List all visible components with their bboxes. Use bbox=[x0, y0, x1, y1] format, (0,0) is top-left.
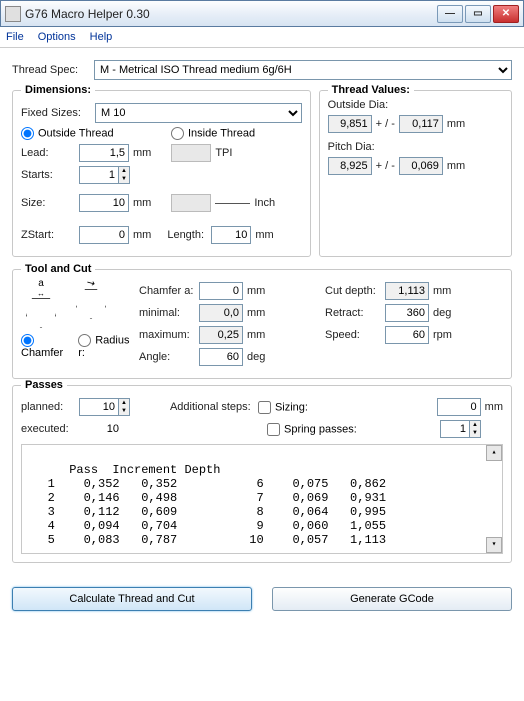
chevron-up-icon: ▲ bbox=[119, 167, 129, 175]
retract-input[interactable] bbox=[385, 304, 429, 322]
pitch-dia-label: Pitch Dia: bbox=[328, 141, 503, 153]
zstart-input[interactable] bbox=[79, 226, 129, 244]
radius-radio[interactable]: Radius r: bbox=[78, 334, 131, 359]
chamfer-radio[interactable]: Chamfer bbox=[21, 334, 72, 359]
starts-label: Starts: bbox=[21, 169, 79, 181]
outside-dia-value bbox=[328, 115, 372, 133]
inside-thread-radio[interactable]: Inside Thread bbox=[171, 127, 255, 140]
outside-thread-radio[interactable]: Outside Thread bbox=[21, 127, 171, 140]
chevron-down-icon: ▼ bbox=[119, 175, 129, 183]
menu-help[interactable]: Help bbox=[90, 31, 113, 43]
angle-input[interactable] bbox=[199, 348, 243, 366]
passes-title: Passes bbox=[21, 379, 67, 391]
sizing-input[interactable] bbox=[437, 398, 481, 416]
spring-checkbox[interactable]: Spring passes: bbox=[267, 423, 357, 436]
app-icon bbox=[5, 6, 21, 22]
window-title: G76 Macro Helper 0.30 bbox=[25, 7, 435, 21]
generate-gcode-button[interactable]: Generate GCode bbox=[272, 587, 512, 611]
thread-spec-select[interactable]: M - Metrical ISO Thread medium 6g/6H bbox=[94, 60, 512, 80]
chamfer-icon: a ↔ bbox=[21, 278, 61, 328]
scroll-down-icon[interactable]: ▾ bbox=[486, 537, 502, 553]
sizing-checkbox[interactable]: Sizing: bbox=[258, 401, 308, 414]
minimal-input bbox=[199, 304, 243, 322]
chamfer-a-input[interactable] bbox=[199, 282, 243, 300]
lead-label: Lead: bbox=[21, 147, 79, 159]
cut-depth-input bbox=[385, 282, 429, 300]
maximum-input bbox=[199, 326, 243, 344]
scroll-up-icon[interactable]: ▴ bbox=[486, 445, 502, 461]
outside-dia-label: Outside Dia: bbox=[328, 99, 503, 111]
tool-cut-title: Tool and Cut bbox=[21, 263, 95, 275]
size-inch-disabled bbox=[171, 194, 211, 212]
planned-stepper[interactable]: ▲▼ bbox=[79, 398, 130, 416]
radius-icon: ↘ bbox=[71, 278, 111, 328]
menu-file[interactable]: File bbox=[6, 31, 24, 43]
fixed-sizes-label: Fixed Sizes: bbox=[21, 107, 95, 119]
calculate-button[interactable]: Calculate Thread and Cut bbox=[12, 587, 252, 611]
outside-dia-tol bbox=[399, 115, 443, 133]
fixed-sizes-select[interactable]: M 10 bbox=[95, 103, 302, 123]
zstart-label: ZStart: bbox=[21, 229, 79, 241]
starts-stepper[interactable]: ▲▼ bbox=[79, 166, 130, 184]
thread-values-title: Thread Values: bbox=[328, 84, 414, 96]
titlebar: G76 Macro Helper 0.30 — ▭ ✕ bbox=[0, 0, 524, 27]
passes-table: Pass Increment Depth 1 0,352 0,352 6 0,0… bbox=[21, 444, 503, 554]
spring-stepper[interactable]: ▲▼ bbox=[440, 420, 481, 438]
speed-input[interactable] bbox=[385, 326, 429, 344]
executed-value: 10 bbox=[79, 423, 119, 435]
fraction-line-icon bbox=[215, 203, 250, 204]
maximize-button[interactable]: ▭ bbox=[465, 5, 491, 23]
pitch-dia-tol bbox=[399, 157, 443, 175]
tpi-input-disabled bbox=[171, 144, 211, 162]
minimize-button[interactable]: — bbox=[437, 5, 463, 23]
length-input[interactable] bbox=[211, 226, 251, 244]
size-input[interactable] bbox=[79, 194, 129, 212]
size-label: Size: bbox=[21, 197, 79, 209]
thread-spec-label: Thread Spec: bbox=[12, 64, 94, 76]
length-label: Length: bbox=[167, 229, 211, 241]
menubar: File Options Help bbox=[0, 27, 524, 48]
lead-input[interactable] bbox=[79, 144, 129, 162]
pitch-dia-value bbox=[328, 157, 372, 175]
menu-options[interactable]: Options bbox=[38, 31, 76, 43]
dimensions-title: Dimensions: bbox=[21, 84, 95, 96]
close-button[interactable]: ✕ bbox=[493, 5, 519, 23]
